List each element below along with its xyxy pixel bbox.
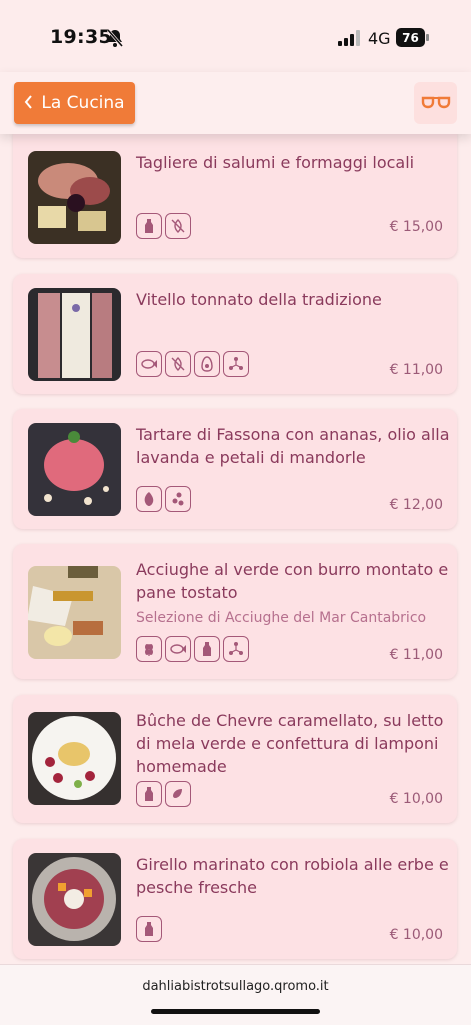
dish-photo [28, 288, 121, 381]
glasses-icon [421, 94, 451, 113]
soy-icon [165, 486, 191, 512]
almond-icon [136, 486, 162, 512]
egg-icon [194, 351, 220, 377]
fish-icon [136, 351, 162, 377]
fish-icon [165, 636, 191, 662]
top-navigation-bar: La Cucina [0, 72, 471, 134]
allergen-icons [136, 636, 249, 662]
cellular-signal-icon [338, 30, 360, 50]
back-button-label: La Cucina [41, 93, 125, 113]
status-bar: 19:35 4G 76 [0, 0, 471, 72]
battery-icon: 76 [396, 28, 429, 47]
dish-price: € 15,00 [389, 219, 443, 235]
url-display[interactable]: dahliabistrotsullago.qromo.it [0, 979, 471, 994]
allergen-icons [136, 351, 249, 377]
dish-title: Vitello tonnato della tradizione [136, 290, 382, 309]
dish-title: Bûche de Chevre caramellato, su letto di… [136, 711, 444, 776]
home-indicator[interactable] [151, 1009, 320, 1014]
dish-photo [28, 423, 121, 516]
menu-item-card[interactable]: Bûche de Chevre caramellato, su letto di… [13, 695, 457, 823]
bell-muted-icon [106, 28, 124, 52]
milk-bottle-icon [136, 781, 162, 807]
allergen-icons [136, 213, 191, 239]
gluten-free-icon [165, 213, 191, 239]
sulphites-icon [223, 351, 249, 377]
dish-title: Tagliere di salumi e formaggi locali [136, 153, 415, 172]
dish-price: € 12,00 [389, 497, 443, 513]
dish-title: Acciughe al verde con burro montato e pa… [136, 560, 449, 602]
dish-photo [28, 853, 121, 946]
reading-glasses-button[interactable] [414, 82, 457, 124]
dish-title: Girello marinato con robiola alle erbe e… [136, 855, 449, 897]
dish-price: € 10,00 [389, 927, 443, 943]
battery-level: 76 [402, 31, 419, 45]
milk-bottle-icon [136, 213, 162, 239]
menu-item-card[interactable]: Vitello tonnato della tradizione € 11,00 [13, 274, 457, 394]
network-type: 4G [368, 29, 391, 48]
back-button[interactable]: La Cucina [14, 82, 135, 124]
status-time: 19:35 [50, 26, 112, 48]
sulphites-icon [223, 636, 249, 662]
milk-bottle-icon [136, 916, 162, 942]
dish-photo [28, 566, 121, 659]
menu-item-card[interactable]: Tagliere di salumi e formaggi locali € 1… [13, 126, 457, 258]
nuts-icon [165, 781, 191, 807]
allergen-icons [136, 486, 191, 512]
menu-item-card[interactable]: Acciughe al verde con burro montato e pa… [13, 544, 457, 679]
browser-bottom-bar: dahliabistrotsullago.qromo.it [0, 964, 471, 1025]
dish-price: € 11,00 [389, 362, 443, 378]
dish-price: € 11,00 [389, 647, 443, 663]
menu-item-card[interactable]: Girello marinato con robiola alle erbe e… [13, 839, 457, 959]
wheat-icon [136, 636, 162, 662]
dish-price: € 10,00 [389, 791, 443, 807]
milk-bottle-icon [194, 636, 220, 662]
dish-title: Tartare di Fassona con ananas, olio alla… [136, 425, 450, 467]
dish-subtitle: Selezione di Acciughe del Mar Cantabrico [136, 610, 427, 626]
allergen-icons [136, 916, 162, 942]
allergen-icons [136, 781, 191, 807]
dish-photo [28, 712, 121, 805]
gluten-free-icon [165, 351, 191, 377]
menu-item-card[interactable]: Tartare di Fassona con ananas, olio alla… [13, 409, 457, 529]
chevron-left-icon [24, 93, 33, 114]
dish-photo [28, 151, 121, 244]
